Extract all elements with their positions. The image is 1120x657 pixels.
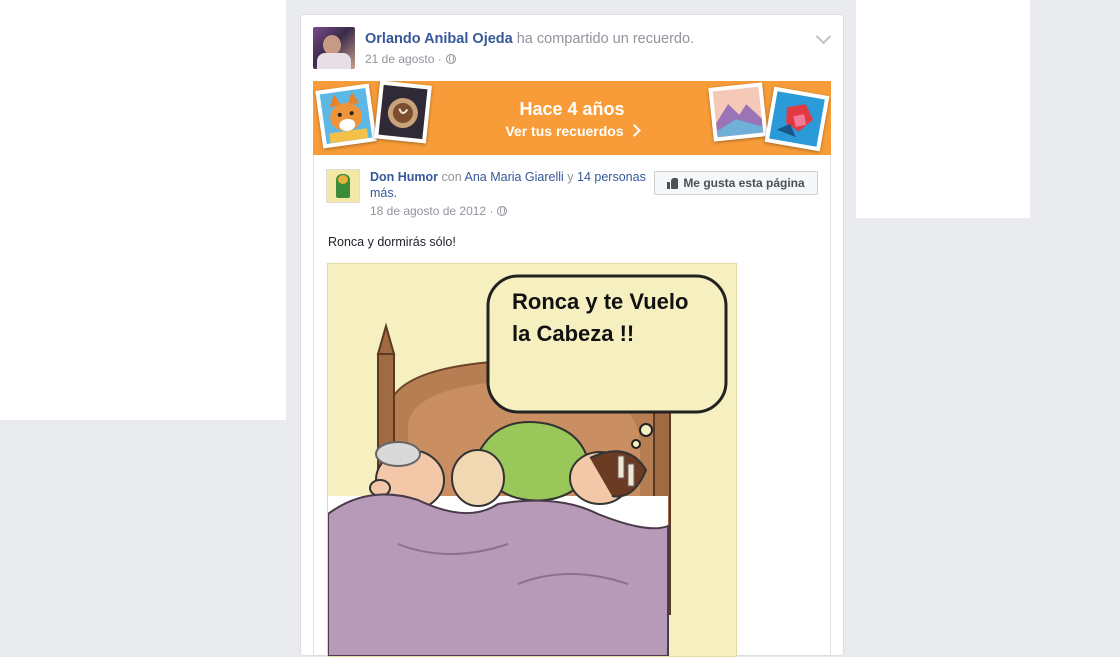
globe-icon[interactable] [445,54,456,64]
author-avatar[interactable] [313,27,355,69]
background-panel-right [856,0,1030,218]
background-panel-left [0,0,286,420]
shared-post-date-line: 18 de agosto de 2012 · [370,204,508,218]
chevron-down-icon[interactable] [815,28,832,45]
memory-post-card: Orlando Anibal Ojeda ha compartido un re… [300,14,844,657]
memories-banner[interactable]: Hace 4 años Ver tus recuerdos [313,81,831,155]
see-memories-label: Ver tus recuerdos [505,123,624,139]
post-action-text: ha compartido un recuerdo. [512,31,695,47]
see-memories-link[interactable]: Ver tus recuerdos [313,123,831,139]
author-name-link[interactable]: Orlando Anibal Ojeda [365,31,513,47]
shared-post: Don Humor con Ana Maria Giarelli y 14 pe… [313,155,831,657]
tagged-person-link[interactable]: Ana Maria Giarelli [464,170,563,184]
post-date[interactable]: 21 de agosto · [365,52,442,66]
shared-post-header: Don Humor con Ana Maria Giarelli y 14 pe… [370,169,660,201]
thumbs-up-icon [667,177,679,189]
shared-post-date[interactable]: 18 de agosto de 2012 · [370,204,493,218]
post-date-line: 21 de agosto · [365,52,456,66]
page-avatar[interactable] [326,169,360,203]
like-page-button[interactable]: Me gusta esta página [654,171,818,195]
post-header: Orlando Anibal Ojeda ha compartido un re… [365,31,694,47]
cartoon-image[interactable]: Ronca y te Vuelo la Cabeza !! [327,263,737,657]
cartoon-speech-text: Ronca y te Vuelo la Cabeza !! [512,286,732,350]
post-text: Ronca y dormirás sólo! [328,235,456,249]
with-text: con [438,170,465,184]
page-name-link[interactable]: Don Humor [370,170,438,184]
and-text: y [563,170,578,184]
globe-icon[interactable] [497,206,508,216]
memory-years-title: Hace 4 años [519,99,625,119]
like-page-label: Me gusta esta página [683,176,805,190]
chevron-right-icon [627,124,641,137]
speech-line-1: Ronca y te Vuelo [512,289,689,314]
speech-line-2: la Cabeza !! [512,321,635,346]
